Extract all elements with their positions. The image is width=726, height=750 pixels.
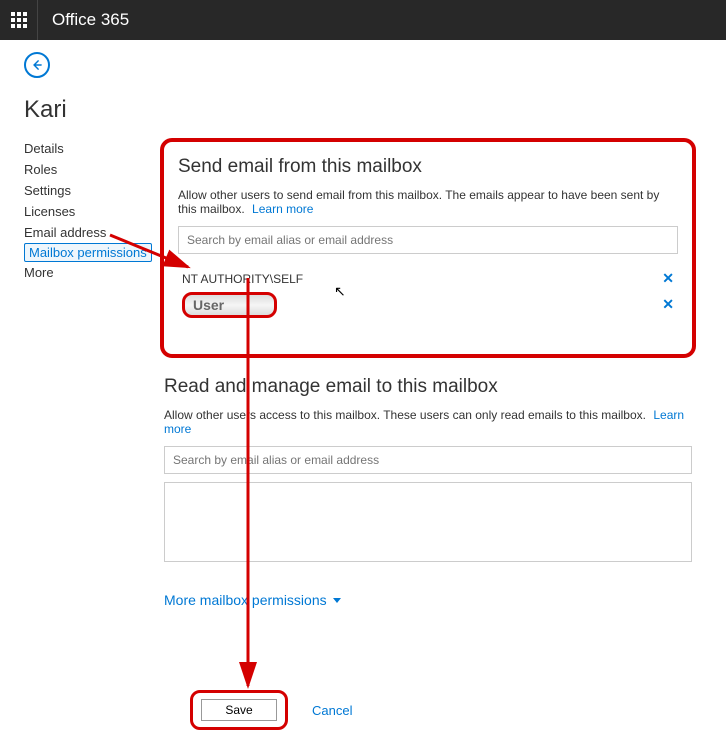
waffle-icon (11, 12, 27, 28)
send-section-desc: Allow other users to send email from thi… (178, 188, 678, 216)
cancel-link[interactable]: Cancel (312, 703, 352, 718)
sidebar-item-licenses[interactable]: Licenses (24, 201, 160, 222)
more-mailbox-permissions-link[interactable]: More mailbox permissions (164, 592, 341, 608)
footer: Save Cancel (190, 690, 352, 730)
sidebar-item-mailbox-permissions[interactable]: Mailbox permissions (24, 243, 152, 262)
send-learn-more-link[interactable]: Learn more (252, 202, 313, 216)
read-permission-list (164, 482, 692, 562)
main-content: Send email from this mailbox Allow other… (160, 138, 726, 608)
read-section: Read and manage email to this mailbox Al… (160, 376, 696, 608)
sidebar: Details Roles Settings Licenses Email ad… (0, 138, 160, 608)
send-search-input[interactable] (178, 226, 678, 254)
topbar: Office 365 (0, 0, 726, 40)
read-section-title: Read and manage email to this mailbox (164, 376, 692, 398)
save-button-highlight: Save (190, 690, 288, 730)
send-section-desc-text: Allow other users to send email from thi… (178, 188, 659, 216)
save-button[interactable]: Save (201, 699, 277, 721)
sidebar-item-roles[interactable]: Roles (24, 159, 160, 180)
read-section-desc-text: Allow other users access to this mailbox… (164, 408, 646, 422)
page-title: Kari (24, 96, 726, 124)
permission-row-label: NT AUTHORITY\SELF (182, 272, 303, 286)
read-section-desc: Allow other users access to this mailbox… (164, 408, 692, 436)
brand-label: Office 365 (52, 10, 129, 30)
chevron-down-icon (333, 598, 341, 603)
more-permissions-label: More mailbox permissions (164, 592, 327, 608)
permission-row: User ✕ (178, 289, 678, 320)
back-button[interactable] (24, 52, 50, 78)
remove-permission-button[interactable]: ✕ (662, 296, 674, 313)
send-section-title: Send email from this mailbox (178, 156, 678, 178)
arrow-left-icon (30, 58, 44, 72)
sidebar-item-more[interactable]: More (24, 262, 160, 283)
sidebar-item-email-address[interactable]: Email address (24, 222, 160, 243)
send-section-highlight: Send email from this mailbox Allow other… (160, 138, 696, 358)
permission-row: NT AUTHORITY\SELF ✕ (178, 268, 678, 289)
read-search-input[interactable] (164, 446, 692, 474)
remove-permission-button[interactable]: ✕ (662, 270, 674, 287)
app-launcher-button[interactable] (0, 0, 38, 40)
permission-row-user: User (182, 292, 277, 318)
sidebar-item-settings[interactable]: Settings (24, 180, 160, 201)
sidebar-item-details[interactable]: Details (24, 138, 160, 159)
